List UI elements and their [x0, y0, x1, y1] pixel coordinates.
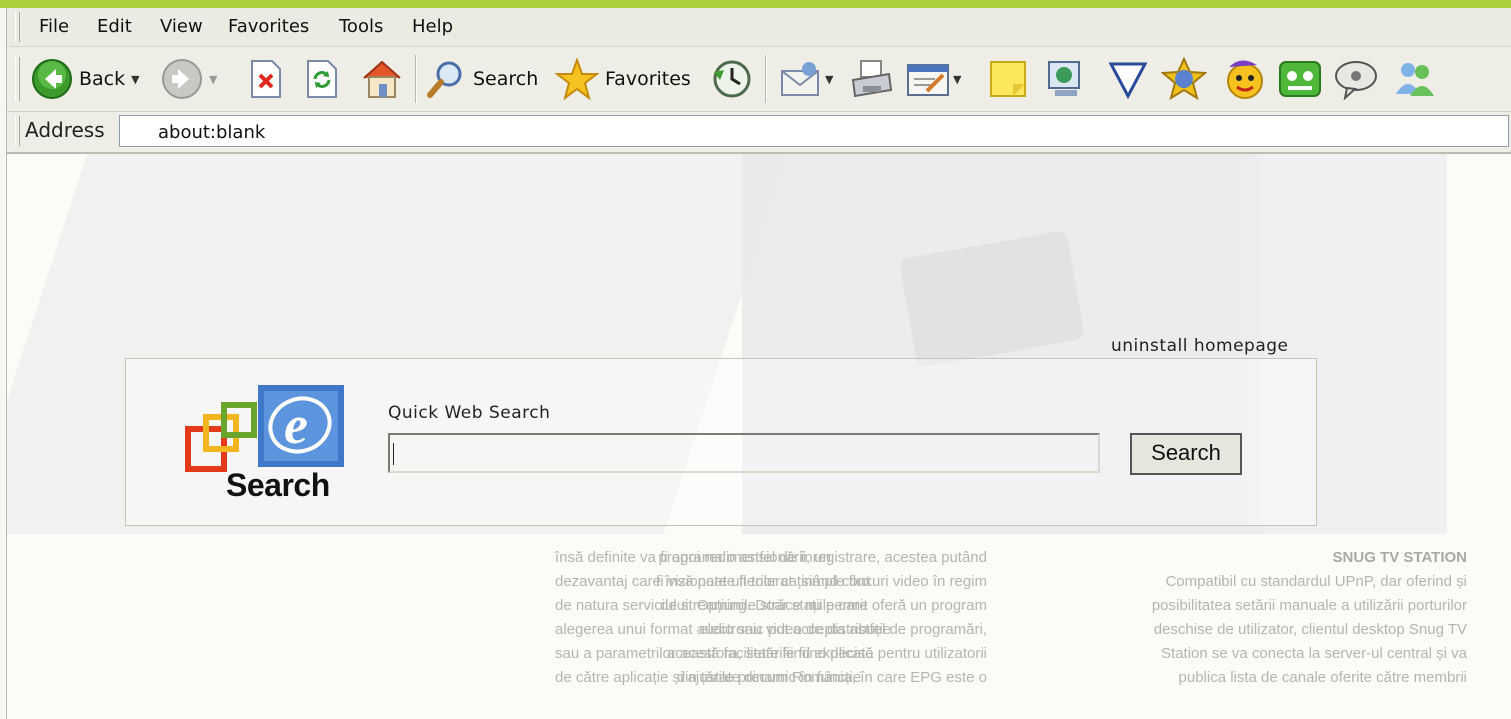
- search-toolbar-button[interactable]: Search: [425, 57, 538, 101]
- background-line: dezavantaj care însă poate fi tolerat ți…: [555, 573, 871, 590]
- smiley-button[interactable]: [1161, 57, 1207, 101]
- page-content: uninstall homepage e Search Quick Web Se…: [7, 154, 1511, 719]
- menu-edit[interactable]: Edit: [95, 16, 134, 38]
- background-line: sau a parametrilor acestora, setările fi…: [555, 645, 874, 662]
- quick-search-input[interactable]: [388, 433, 1100, 473]
- menu-bar: File Edit View Favorites Tools Help: [7, 8, 1511, 47]
- background-line: Station se va conecta la server-ul centr…: [1161, 645, 1467, 662]
- toolbar-separator: [415, 55, 417, 103]
- messenger-icon: [1048, 61, 1080, 96]
- filter-icon: [1108, 62, 1148, 100]
- filter-button[interactable]: [1107, 57, 1149, 101]
- contacts-button[interactable]: [1391, 57, 1437, 101]
- browser-window: File Edit View Favorites Tools Help Back…: [6, 8, 1511, 719]
- discuss-icon: [1335, 61, 1377, 100]
- stop-icon: [251, 60, 281, 98]
- search-icon: [427, 61, 462, 98]
- home-icon: [363, 60, 401, 98]
- back-button[interactable]: Back ▼: [31, 57, 140, 101]
- background-line: de natura serviciului. Opțiunile străce …: [555, 597, 868, 614]
- background-line: Compatibil cu standardul UPnP, dar oferi…: [1165, 573, 1467, 590]
- messenger-button[interactable]: [1043, 57, 1089, 101]
- favorites-toolbar-label: Favorites: [605, 68, 691, 90]
- favorites-toolbar-button[interactable]: Favorites: [555, 57, 691, 101]
- standard-toolbar: Back ▼ ▼ Search Favorites ▼ ▼: [7, 47, 1511, 112]
- menu-view[interactable]: View: [158, 16, 205, 38]
- refresh-icon: [307, 60, 337, 98]
- mail-icon: [781, 62, 819, 96]
- top-strip: [0, 0, 1511, 8]
- toolbar-grip[interactable]: [15, 57, 20, 101]
- background-line: posibilitatea setării manuale a utilizăr…: [1151, 597, 1467, 614]
- background-line: alegerea unui format audio sau video de …: [555, 621, 892, 638]
- edit-icon: [907, 64, 949, 96]
- menu-grip[interactable]: [15, 12, 20, 42]
- edit-dropdown-arrow-icon[interactable]: ▼: [953, 73, 961, 86]
- search-toolbar-label: Search: [473, 68, 539, 90]
- forward-button[interactable]: ▼: [161, 57, 217, 101]
- menu-favorites[interactable]: Favorites: [226, 16, 311, 38]
- background-column: însă definite va fi apoi redimensionării…: [555, 546, 975, 690]
- refresh-button[interactable]: [304, 57, 340, 101]
- back-dropdown-arrow-icon[interactable]: ▼: [131, 73, 139, 86]
- forward-icon: [162, 59, 202, 99]
- background-line: de către aplicație și ajustate dinamic î…: [555, 669, 861, 686]
- print-icon: [851, 60, 893, 98]
- address-input[interactable]: about:blank: [119, 115, 1509, 147]
- notes-icon: [990, 61, 1026, 97]
- print-button[interactable]: [849, 57, 895, 101]
- background-column: SNUG TV STATION Compatibil cu standardul…: [1017, 546, 1467, 690]
- uninstall-homepage-link[interactable]: uninstall homepage: [1111, 336, 1289, 356]
- background-line: deschise de utilizator, clientul desktop…: [1153, 621, 1467, 638]
- address-grip[interactable]: [15, 116, 20, 146]
- menu-file[interactable]: File: [37, 16, 71, 38]
- edit-button[interactable]: ▼: [905, 57, 961, 101]
- background-print-text: programa o astfel de înregistrare, acest…: [7, 546, 1511, 719]
- chat-button[interactable]: [1277, 57, 1323, 101]
- chat-icon: [1279, 61, 1321, 97]
- back-icon: [32, 59, 72, 99]
- history-icon: [713, 60, 751, 98]
- mail-dropdown-arrow-icon[interactable]: ▼: [825, 73, 833, 86]
- forward-dropdown-arrow-icon[interactable]: ▼: [209, 73, 217, 86]
- quick-search-panel: e Search Quick Web Search Search: [125, 358, 1317, 526]
- background-line: însă definite va fi apoi redimensionării…: [555, 549, 831, 566]
- background-line: publica lista de canale oferite către me…: [1178, 669, 1467, 686]
- emoticon-button[interactable]: [1221, 57, 1267, 101]
- toolbar-separator: [765, 55, 767, 103]
- search-logo: e Search: [184, 383, 354, 507]
- address-bar: Address about:blank: [7, 112, 1511, 154]
- search-button[interactable]: Search: [1130, 433, 1242, 475]
- discuss-button[interactable]: [1333, 57, 1379, 101]
- mail-button[interactable]: ▼: [779, 57, 833, 101]
- emoticon-icon: [1227, 60, 1263, 99]
- contacts-icon: [1396, 63, 1434, 96]
- smiley-icon: [1161, 57, 1207, 101]
- history-button[interactable]: [710, 57, 752, 101]
- quick-web-search-label: Quick Web Search: [388, 403, 551, 423]
- text-caret: [393, 443, 394, 465]
- stop-button[interactable]: [248, 57, 284, 101]
- favorites-icon: [555, 58, 599, 100]
- menu-help[interactable]: Help: [410, 16, 455, 38]
- logo-search-text: Search: [226, 467, 330, 503]
- home-button[interactable]: [360, 57, 404, 101]
- background-heading: SNUG TV STATION: [1332, 549, 1467, 566]
- back-label: Back: [79, 68, 126, 90]
- notes-button[interactable]: [987, 57, 1029, 101]
- address-value[interactable]: about:blank: [158, 122, 265, 143]
- menu-tools[interactable]: Tools: [337, 16, 385, 38]
- address-label: Address: [25, 118, 105, 142]
- svg-text:e: e: [284, 395, 308, 455]
